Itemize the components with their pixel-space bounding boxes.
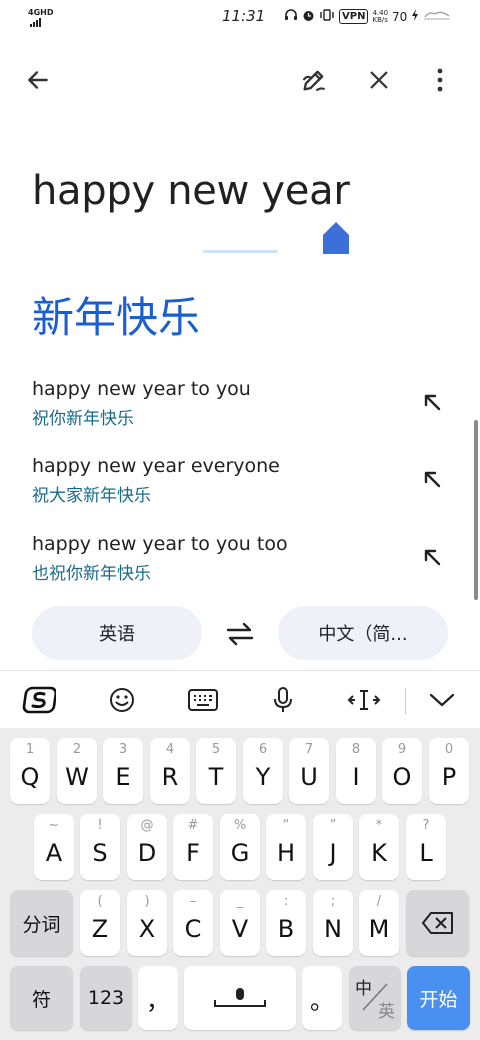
collapse-keyboard-button[interactable] — [424, 682, 460, 718]
arrow-insert-icon — [424, 471, 441, 488]
vpn-badge: VPN — [339, 9, 369, 24]
key-c[interactable]: – C — [173, 890, 213, 956]
swap-languages-button[interactable] — [224, 620, 256, 648]
back-button[interactable] — [20, 62, 56, 98]
segment-key[interactable]: 分词 — [10, 890, 73, 956]
text-cursor-underline — [203, 250, 278, 253]
key-h[interactable]: “H — [266, 814, 306, 880]
key-i[interactable]: 8I — [336, 738, 376, 804]
suggestion-translation: 也祝你新年快乐 — [32, 564, 151, 584]
arrow-back-icon — [28, 71, 48, 89]
key-j[interactable]: ” J — [313, 814, 353, 880]
period-key[interactable]: 。 — [302, 966, 342, 1030]
emoji-button[interactable] — [104, 682, 140, 718]
clear-button[interactable] — [361, 62, 397, 98]
cursor-move-button[interactable] — [346, 682, 382, 718]
key-t[interactable]: 5T — [196, 738, 236, 804]
divider — [0, 670, 480, 671]
key-u[interactable]: 7U — [289, 738, 329, 804]
status-icons: VPN 4.40 KB/s 70 — [284, 8, 451, 25]
headphones-icon — [284, 9, 298, 24]
voice-input-button[interactable] — [265, 682, 301, 718]
text-cursor-icon — [347, 690, 381, 710]
network-speed: 4.40 KB/s — [372, 8, 389, 24]
start-button[interactable]: 开始 — [407, 966, 470, 1030]
keyboard-toolbar — [0, 672, 480, 728]
app-bar — [0, 50, 480, 110]
alarm-icon — [302, 9, 315, 25]
mic-icon — [274, 687, 292, 712]
handwriting-button[interactable] — [296, 62, 332, 98]
handwriting-icon — [302, 70, 326, 92]
signal-icon — [30, 18, 41, 27]
close-icon — [370, 71, 388, 89]
suggestion-item[interactable]: happy new year everyone 祝大家新年快乐 — [32, 455, 452, 506]
key-q[interactable]: 1Q — [10, 738, 50, 804]
key-f[interactable]: # F — [173, 814, 213, 880]
key-v[interactable]: _ V — [220, 890, 260, 956]
sogou-icon — [22, 686, 56, 714]
suggestion-source: happy new year to you too — [32, 533, 288, 555]
network-type: 4GHD — [28, 8, 54, 17]
key-n[interactable]: ; N — [313, 890, 353, 956]
language-bar: 英语 中文（简... — [0, 606, 480, 662]
comma-key[interactable]: ， — [138, 966, 178, 1030]
key-w[interactable]: 2W — [57, 738, 97, 804]
numbers-key[interactable]: 123 — [80, 966, 132, 1030]
soft-keyboard: 1Q 2W 3E 4R 5T 6Y 7U 8I 9O 0P ~ A ! S @ D #… — [0, 728, 480, 1040]
swap-icon — [226, 622, 254, 646]
key-y[interactable]: 6Y — [243, 738, 283, 804]
source-input[interactable]: happy new year — [32, 168, 350, 214]
toolbar-divider — [405, 688, 406, 714]
key-o[interactable]: 9O — [382, 738, 422, 804]
chevron-down-icon — [429, 693, 455, 707]
space-mic-icon — [214, 988, 266, 1007]
backspace-button[interactable] — [406, 890, 469, 956]
suggestion-item[interactable]: happy new year to you 祝你新年快乐 — [32, 378, 452, 429]
suggestion-source: happy new year everyone — [32, 455, 280, 477]
suggestion-translation: 祝大家新年快乐 — [32, 486, 151, 506]
key-r[interactable]: 4R — [150, 738, 190, 804]
key-e[interactable]: 3E — [103, 738, 143, 804]
scrollbar[interactable] — [474, 420, 478, 600]
language-toggle-key[interactable]: 中 英 — [349, 966, 401, 1030]
more-options-button[interactable] — [422, 62, 458, 98]
vibrate-icon — [319, 9, 335, 24]
backspace-icon — [421, 912, 453, 934]
emoji-icon — [110, 688, 134, 712]
key-s[interactable]: ! S — [80, 814, 120, 880]
key-p[interactable]: 0P — [429, 738, 469, 804]
key-m[interactable]: / M — [359, 890, 399, 956]
translation-output: 新年快乐 — [32, 293, 201, 342]
arrow-insert-icon — [424, 549, 441, 566]
keyboard-icon — [188, 689, 218, 711]
sogou-logo-button[interactable] — [21, 682, 57, 718]
symbols-key[interactable]: 符 — [10, 966, 73, 1030]
key-a[interactable]: ~ A — [34, 814, 74, 880]
battery-icon — [423, 8, 451, 25]
key-z[interactable]: (Z — [80, 890, 120, 956]
space-key[interactable] — [184, 966, 296, 1030]
target-language-button[interactable]: 中文（简... — [278, 606, 448, 660]
key-g[interactable]: % G — [220, 814, 260, 880]
source-language-button[interactable]: 英语 — [32, 606, 202, 660]
cursor-handle[interactable] — [323, 222, 349, 254]
charging-icon — [411, 9, 419, 24]
keyboard-switch-button[interactable] — [185, 682, 221, 718]
key-l[interactable]: ? L — [406, 814, 446, 880]
suggestion-source: happy new year to you — [32, 378, 251, 400]
key-k[interactable]: * K — [359, 814, 399, 880]
key-x[interactable]: ) X — [127, 890, 167, 956]
clock: 11:31 — [222, 7, 266, 25]
status-bar: 4GHD 11:31 VPN 4.40 KB/s 70 — [0, 0, 480, 36]
suggestion-translation: 祝你新年快乐 — [32, 409, 134, 429]
suggestion-item[interactable]: happy new year to you too 也祝你新年快乐 — [32, 533, 452, 584]
more-vert-icon — [437, 68, 443, 92]
key-b[interactable]: :B — [266, 890, 306, 956]
arrow-insert-icon — [424, 394, 441, 411]
battery-level: 70 — [392, 9, 408, 24]
key-d[interactable]: @ D — [127, 814, 167, 880]
